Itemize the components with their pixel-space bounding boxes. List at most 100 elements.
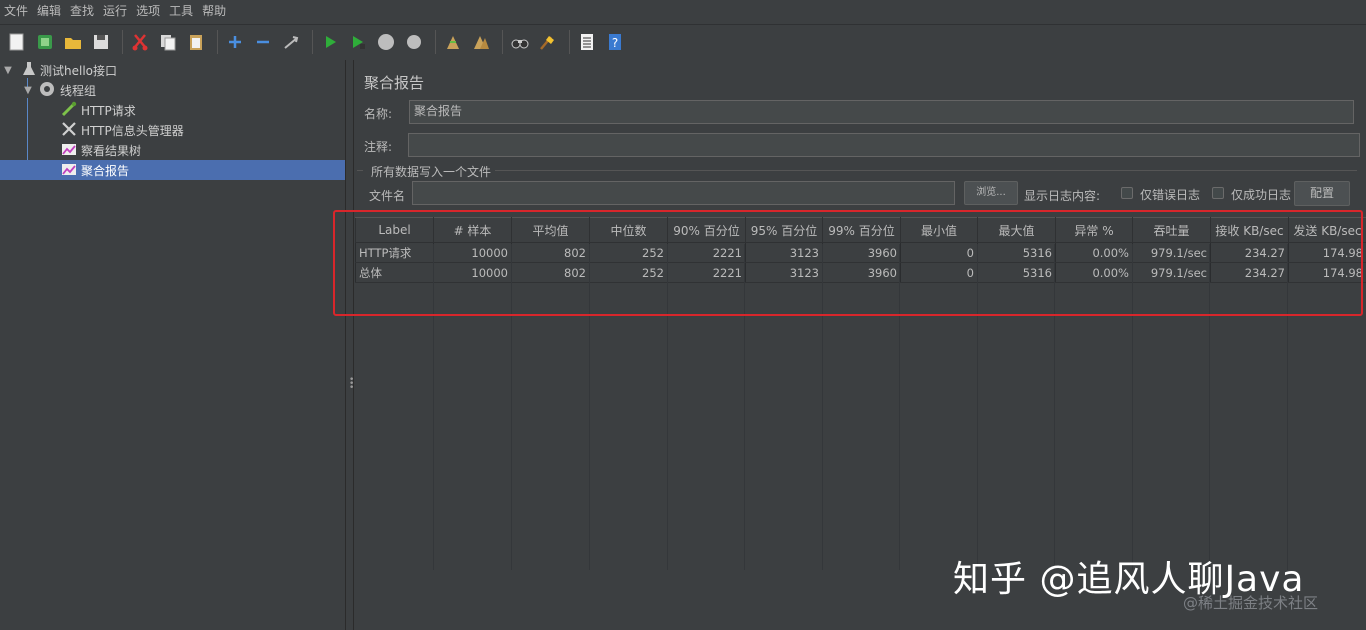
tree-node-http-request[interactable]: HTTP请求 [0,100,345,120]
test-plan-tree: ▼ 测试hello接口 ▼ 线程组 HTTP请求 HTTP信息头管理器 察看结果… [0,60,345,630]
table-cell: 2221 [667,242,746,263]
table-cell: 3123 [745,242,823,263]
column-divider [744,244,745,570]
table-cell: 252 [589,262,668,283]
table-cell: 0.00% [1055,242,1133,263]
menu-file[interactable]: 文件 [0,0,33,23]
table-cell: 174.98 [1288,262,1366,283]
toolbar-separator [217,29,218,54]
column-header[interactable]: # 样本 [433,217,512,243]
menu-help[interactable]: 帮助 [198,0,231,23]
table-cell: 3960 [822,242,901,263]
toggle-icon[interactable] [279,30,303,54]
column-header[interactable]: 最大值 [977,217,1056,243]
reset-search-icon[interactable] [536,30,560,54]
column-header[interactable]: Label [355,217,434,243]
split-pane-divider[interactable]: • • • [345,60,354,630]
save-icon[interactable] [89,30,113,54]
stop-icon[interactable] [374,30,398,54]
name-field[interactable]: 聚合报告 [409,100,1354,124]
cut-icon[interactable] [128,30,152,54]
tree-node-header-manager[interactable]: HTTP信息头管理器 [0,120,345,140]
shutdown-icon[interactable] [402,30,426,54]
configure-button[interactable]: 配置 [1294,181,1350,206]
clear-icon[interactable] [441,30,465,54]
column-header[interactable]: 最小值 [900,217,978,243]
log-content-label: 显示日志内容: [1024,189,1101,203]
column-divider [899,244,900,570]
aggregate-report-panel: 聚合报告 名称: 聚合报告 注释: 所有数据写入一个文件 文件名 浏览... 显… [355,60,1366,630]
column-header[interactable]: 99% 百分位 [822,217,901,243]
success-only-checkbox[interactable] [1212,187,1224,199]
start-no-pause-icon[interactable] [346,30,370,54]
tree-node-thread-group[interactable]: ▼ 线程组 [0,80,345,100]
flask-icon [22,61,36,80]
column-header[interactable]: 中位数 [589,217,668,243]
table-cell: 5316 [977,242,1056,263]
open-icon[interactable] [61,30,85,54]
chevron-down-icon[interactable]: ▼ [22,85,34,96]
column-header[interactable]: 吞吐量 [1132,217,1211,243]
table-cell: 5316 [977,262,1056,283]
name-label: 名称: [364,107,393,121]
chevron-down-icon[interactable]: ▼ [2,65,14,76]
column-divider [1209,244,1210,570]
aggregate-table: Label # 样本 平均值 中位数 90% 百分位 95% 百分位 99% 百… [355,217,1366,283]
tree-node-label: HTTP信息头管理器 [81,123,184,138]
column-header[interactable]: 平均值 [511,217,590,243]
toolbar-separator [502,29,503,54]
new-icon[interactable] [5,30,29,54]
chart-icon [61,162,77,179]
table-cell: 3123 [745,262,823,283]
tree-node-label: 察看结果树 [81,143,142,158]
column-header[interactable]: 异常 % [1055,217,1133,243]
help-icon[interactable]: ? [603,30,627,54]
browse-button[interactable]: 浏览... [964,181,1018,205]
table-cell: 174.98 [1288,242,1366,263]
table-cell: 2221 [667,262,746,283]
paste-icon[interactable] [184,30,208,54]
table-row[interactable]: 总体 10000 802 252 2221 3123 3960 0 5316 0… [355,262,1366,283]
tree-node-aggregate-report[interactable]: 聚合报告 [0,160,345,180]
menu-bar: 文件 编辑 查找 运行 选项 工具 帮助 [0,0,1366,23]
expand-icon[interactable] [223,30,247,54]
toolbar-separator [312,29,313,54]
clear-all-icon[interactable] [469,30,493,54]
table-row[interactable]: HTTP请求 10000 802 252 2221 3123 3960 0 53… [355,242,1366,263]
gear-icon [38,80,56,101]
table-cell: 802 [511,242,590,263]
group-border [495,170,1357,171]
table-cell: 3960 [822,262,901,283]
table-cell: 979.1/sec [1132,262,1211,283]
column-divider [589,244,590,570]
errors-only-checkbox[interactable] [1121,187,1133,199]
menu-edit[interactable]: 编辑 [33,0,66,23]
splitter-grip-icon[interactable]: • • • [349,376,354,393]
tree-node-test-plan[interactable]: ▼ 测试hello接口 [0,60,345,80]
menu-tools[interactable]: 工具 [165,0,198,23]
templates-icon[interactable] [33,30,57,54]
juejin-watermark: @稀土掘金技术社区 [1183,594,1319,612]
errors-only-label: 仅错误日志 [1140,188,1201,202]
table-cell: 252 [589,242,668,263]
column-header[interactable]: 发送 KB/sec [1288,217,1366,243]
column-header[interactable]: 95% 百分位 [745,217,823,243]
collapse-icon[interactable] [251,30,275,54]
menu-run[interactable]: 运行 [99,0,132,23]
comment-field[interactable] [408,133,1360,157]
copy-icon[interactable] [156,30,180,54]
table-cell: 234.27 [1210,242,1289,263]
column-header[interactable]: 接收 KB/sec [1210,217,1289,243]
tree-node-label: 测试hello接口 [40,63,117,78]
start-icon[interactable] [318,30,342,54]
group-title: 所有数据写入一个文件 [371,165,492,179]
menu-options[interactable]: 选项 [132,0,165,23]
tree-node-results-tree[interactable]: 察看结果树 [0,140,345,160]
menu-search[interactable]: 查找 [66,0,99,23]
column-header[interactable]: 90% 百分位 [667,217,746,243]
filename-field[interactable] [412,181,955,205]
search-icon[interactable] [508,30,532,54]
chart-icon [61,142,77,159]
toolbar-separator [435,29,436,54]
function-helper-icon[interactable] [575,30,599,54]
